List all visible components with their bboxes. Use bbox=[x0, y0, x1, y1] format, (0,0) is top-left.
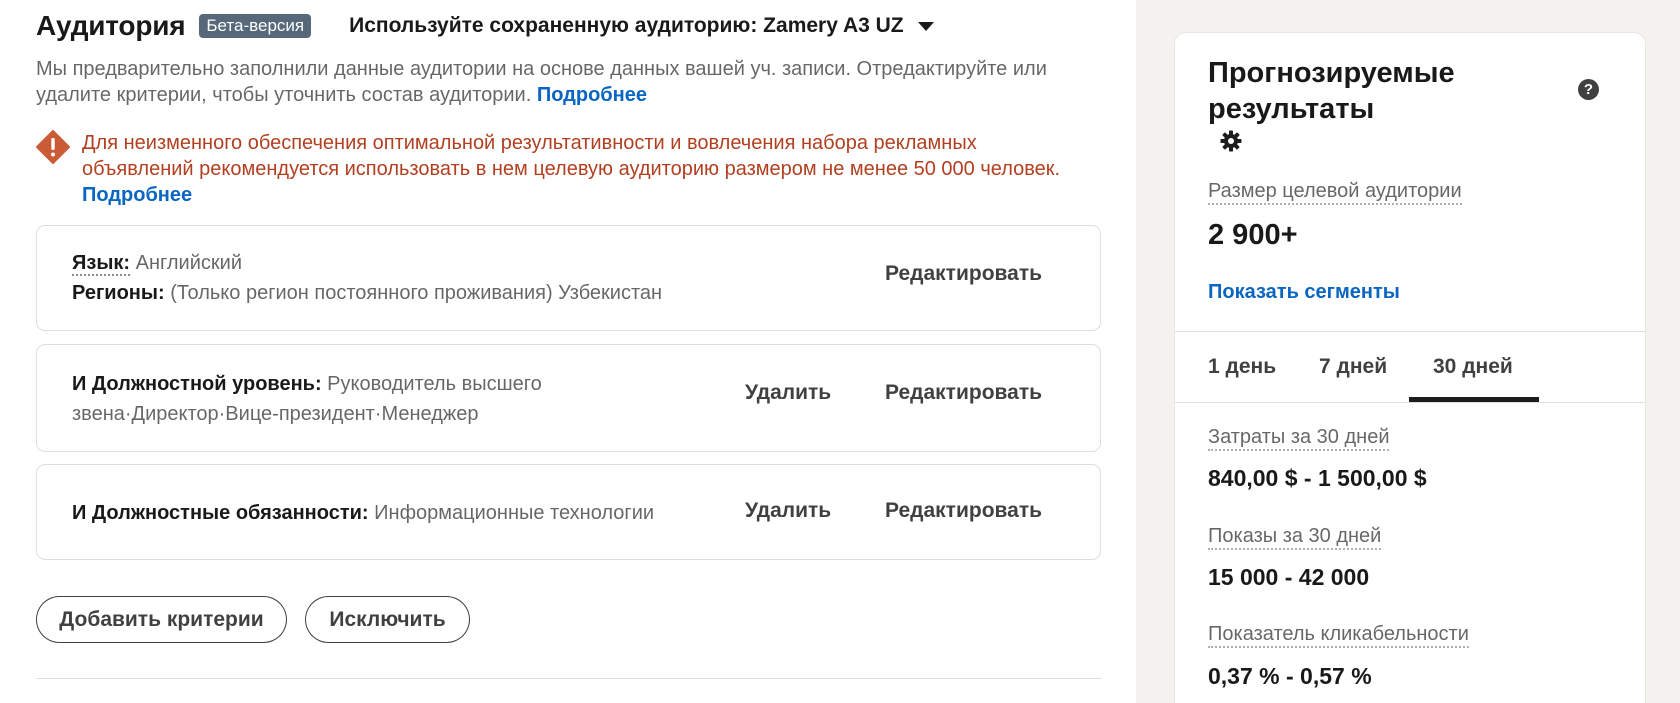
add-criteria-button[interactable]: Добавить критерии bbox=[36, 596, 287, 643]
language-value: Английский bbox=[135, 252, 242, 274]
tab-7-days[interactable]: 7 дней bbox=[1319, 355, 1387, 379]
audience-size-label: Размер целевой аудитории bbox=[1208, 180, 1462, 205]
audience-size-value: 2 900+ bbox=[1208, 219, 1298, 251]
caret-down-icon bbox=[917, 21, 934, 31]
saved-audience-dropdown[interactable]: Используйте сохраненную аудиторию: Zamer… bbox=[349, 14, 934, 38]
warning-icon bbox=[36, 130, 70, 164]
ctr-value: 0,37 % - 0,57 % bbox=[1208, 663, 1372, 689]
divider bbox=[36, 678, 1101, 679]
impressions-label: Показы за 30 дней bbox=[1208, 525, 1382, 550]
spend-label: Затраты за 30 дней bbox=[1208, 426, 1390, 451]
help-icon[interactable]: ? bbox=[1578, 79, 1599, 100]
divider bbox=[1175, 402, 1645, 403]
spend-value: 840,00 $ - 1 500,00 $ bbox=[1208, 465, 1427, 491]
audience-size-warning: Для неизменного обеспечения оптимальной … bbox=[36, 130, 1082, 208]
beta-badge: Бета-версия bbox=[199, 14, 312, 38]
forecast-title-line-1: Прогнозируемые bbox=[1208, 57, 1455, 89]
audience-section: Аудитория Бета-версия Используйте сохран… bbox=[0, 0, 1136, 703]
edit-job-seniority-button[interactable]: Редактировать bbox=[885, 381, 1042, 405]
ctr-label: Показатель кликабельности bbox=[1208, 623, 1469, 648]
audience-header: Аудитория Бета-версия Используйте сохран… bbox=[36, 10, 934, 42]
job-function-value: Информационные технологии bbox=[374, 502, 655, 524]
impressions-value: 15 000 - 42 000 bbox=[1208, 564, 1370, 590]
warning-text: Для неизменного обеспечения оптимальной … bbox=[82, 132, 1061, 180]
show-segments-link[interactable]: Показать сегменты bbox=[1208, 281, 1400, 304]
job-seniority-value-2: звена·Директор·Вице-президент·Менеджер bbox=[72, 403, 479, 425]
region-value: (Только регион постоянного проживания) У… bbox=[170, 282, 663, 304]
edit-job-function-button[interactable]: Редактировать bbox=[885, 499, 1042, 523]
page-title: Аудитория bbox=[36, 10, 186, 41]
learn-more-link[interactable]: Подробнее bbox=[537, 84, 647, 106]
criteria-card-job-function: И Должностные обязанности: Информационны… bbox=[36, 464, 1101, 560]
tab-30-days[interactable]: 30 дней bbox=[1433, 355, 1513, 379]
criteria-card-language-region: Язык: Английский Регионы: (Только регион… bbox=[36, 225, 1101, 331]
forecast-panel: Прогнозируемые результаты ? Размер целев… bbox=[1174, 32, 1646, 703]
region-label: Регионы: bbox=[72, 282, 165, 304]
gear-icon[interactable] bbox=[1219, 129, 1243, 153]
job-function-label: И Должностные обязанности: bbox=[72, 502, 369, 524]
exclude-button[interactable]: Исключить bbox=[305, 596, 470, 643]
divider bbox=[1175, 331, 1645, 332]
delete-job-function-button[interactable]: Удалить bbox=[745, 499, 831, 523]
audience-description: Мы предварительно заполнили данные аудит… bbox=[36, 56, 1096, 108]
saved-audience-label: Используйте сохраненную аудиторию: Zamer… bbox=[349, 14, 904, 37]
job-seniority-value-1: Руководитель высшего bbox=[327, 373, 542, 395]
forecast-title-line-2: результаты bbox=[1208, 93, 1375, 125]
criteria-card-job-seniority: И Должностной уровень: Руководитель высш… bbox=[36, 344, 1101, 452]
delete-job-seniority-button[interactable]: Удалить bbox=[745, 381, 831, 405]
edit-language-region-button[interactable]: Редактировать bbox=[885, 262, 1042, 286]
warning-learn-more-link[interactable]: Подробнее bbox=[82, 184, 192, 206]
job-seniority-label: И Должностной уровень: bbox=[72, 373, 322, 395]
language-label: Язык: bbox=[72, 252, 131, 276]
forecast-title: Прогнозируемые результаты bbox=[1208, 55, 1455, 127]
tab-1-day[interactable]: 1 день bbox=[1208, 355, 1276, 379]
